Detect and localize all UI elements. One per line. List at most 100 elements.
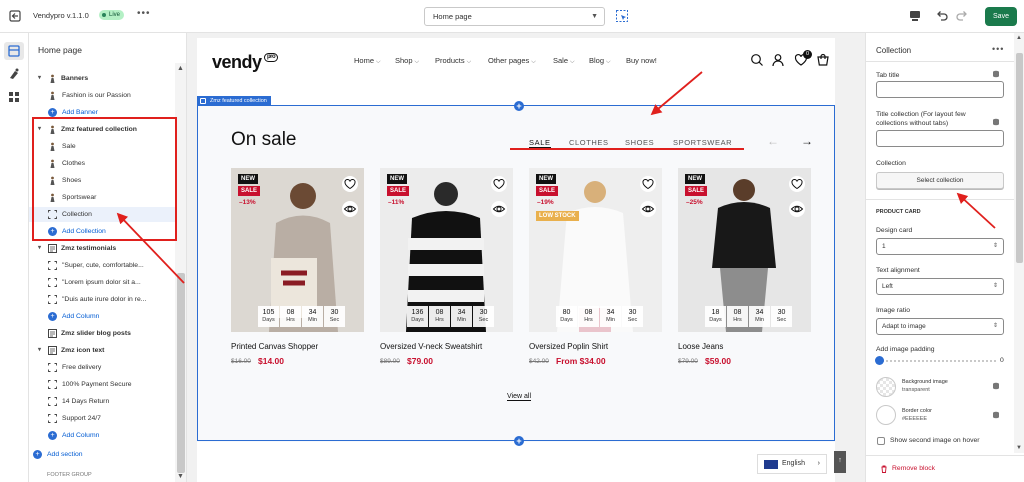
account-icon[interactable] [771, 53, 785, 67]
chevron-down-icon[interactable]: ▾ [38, 71, 41, 86]
nav-item[interactable]: Other pages ⌵ [488, 56, 536, 66]
product-name[interactable]: Oversized Poplin Shirt [529, 342, 608, 351]
sections-icon[interactable] [4, 42, 24, 60]
app-version: Vendypro v.1.1.0 [33, 11, 89, 20]
undo-icon[interactable] [935, 9, 949, 23]
scroll-down-icon[interactable]: ▼ [177, 473, 184, 480]
save-button[interactable]: Save [985, 7, 1017, 26]
title-collection-input[interactable] [876, 130, 1004, 147]
product-name[interactable]: Oversized V-neck Sweatshirt [380, 342, 482, 351]
collection-tab[interactable]: SHOES [625, 138, 654, 147]
wishlist-icon[interactable] [491, 176, 507, 192]
tree-section[interactable]: Zmz slider blog posts [29, 326, 175, 341]
tree-block[interactable]: "Duis aute irure dolor in re... [29, 292, 175, 307]
image-padding-slider[interactable] [875, 356, 996, 365]
scroll-down-icon[interactable]: ▼ [1016, 445, 1022, 451]
wishlist-icon[interactable] [789, 176, 805, 192]
tree-block[interactable]: 100% Payment Secure [29, 377, 175, 392]
more-actions-icon[interactable]: ••• [137, 8, 151, 19]
search-icon[interactable] [750, 53, 764, 67]
tree-block[interactable]: "Lorem ipsum dolor sit a... [29, 275, 175, 290]
scrollbar-thumb[interactable] [1016, 53, 1023, 263]
tree-block[interactable]: Free delivery [29, 360, 175, 375]
theme-settings-icon[interactable] [7, 67, 21, 81]
trash-icon[interactable] [880, 465, 888, 473]
quick-view-icon[interactable] [789, 201, 805, 217]
apps-icon[interactable] [7, 90, 21, 104]
annotation-box [32, 117, 177, 241]
collection-tab[interactable]: SPORTSWEAR [673, 138, 732, 147]
cart-icon[interactable] [816, 53, 830, 67]
tree-section[interactable]: ▾ Banners [29, 71, 175, 86]
add-circle-icon: + [48, 431, 57, 440]
device-preview-icon[interactable] [908, 9, 922, 23]
inspector-icon[interactable] [615, 9, 629, 23]
design-card-select[interactable]: 1 ⇕ [876, 238, 1004, 255]
nav-item[interactable]: Buy now! [626, 56, 657, 65]
quick-view-icon[interactable] [640, 201, 656, 217]
exit-icon[interactable] [8, 9, 22, 23]
dynamic-source-icon[interactable] [992, 382, 1000, 390]
dynamic-source-icon[interactable] [992, 411, 1000, 419]
scrollbar-thumb[interactable] [177, 273, 185, 473]
nav-item-label: Home [354, 56, 375, 65]
second-image-checkbox[interactable] [877, 437, 885, 445]
nav-item[interactable]: Sale ⌵ [553, 56, 575, 66]
product-name[interactable]: Printed Canvas Shopper [231, 342, 318, 351]
image-ratio-select[interactable]: Adapt to image ⇕ [876, 318, 1004, 335]
nav-item[interactable]: Home ⌵ [354, 56, 381, 66]
dynamic-source-icon[interactable] [992, 118, 1000, 126]
section-tag[interactable]: Zmz featured collection [197, 96, 271, 106]
nav-item[interactable]: Shop ⌵ [395, 56, 419, 66]
tree-section[interactable]: ▾ Zmz icon text [29, 343, 175, 358]
tree-block[interactable]: "Super, cute, comfortable... [29, 258, 175, 273]
scroll-up-icon[interactable]: ▲ [177, 65, 184, 72]
chevron-down-icon[interactable]: ▾ [38, 241, 41, 256]
border-color-swatch[interactable] [876, 405, 896, 425]
product-image[interactable]: NEW SALE –19% LOW STOCK 80 Days 08 Hrs 34 Min 30 Se… [529, 168, 662, 332]
product-image[interactable]: NEW SALE –25% 18 Days 08 Hrs 34 Min 30 Sec [678, 168, 811, 332]
slider-knob[interactable] [875, 356, 884, 365]
select-collection-button[interactable]: Select collection [876, 172, 1004, 189]
redo-icon[interactable] [955, 9, 969, 23]
tree-section[interactable]: ▾ Zmz testimonials [29, 241, 175, 256]
sale-badge: SALE [387, 186, 410, 196]
nav-item[interactable]: Blog ⌵ [589, 56, 611, 66]
tree-block[interactable]: Support 24/7 [29, 411, 175, 426]
add-section-above-button[interactable]: + [514, 101, 524, 111]
collection-tab[interactable]: CLOTHES [569, 138, 609, 147]
back-to-top-button[interactable]: ↑ [834, 451, 846, 473]
quick-view-icon[interactable] [491, 201, 507, 217]
page-selector[interactable]: Home page ▼ [424, 7, 605, 26]
remove-block-button[interactable]: Remove block [892, 465, 935, 472]
product-image[interactable]: NEW SALE –11% 136 Days 08 Hrs 34 Min 30 Sec [380, 168, 513, 332]
prev-arrow-icon[interactable]: ← [767, 134, 779, 148]
wishlist-icon[interactable] [342, 176, 358, 192]
more-actions-icon[interactable]: ••• [992, 44, 1004, 54]
view-all-link[interactable]: View all [507, 393, 531, 401]
product-name[interactable]: Loose Jeans [678, 342, 723, 351]
tree-block[interactable]: 14 Days Return [29, 394, 175, 409]
store-logo[interactable]: vendy pro [212, 52, 279, 73]
settings-scrollbar[interactable]: ▲ ▼ [1014, 33, 1024, 453]
chevron-down-icon[interactable]: ▾ [38, 343, 41, 358]
next-arrow-icon[interactable]: → [801, 134, 813, 148]
language-selector[interactable]: English › [757, 454, 827, 474]
quick-view-icon[interactable] [342, 201, 358, 217]
collection-tab[interactable]: SALE [529, 138, 551, 148]
wishlist-icon[interactable] [640, 176, 656, 192]
add-block-button[interactable]: + Add Column [29, 428, 175, 443]
tree-block[interactable]: Fashion is our Passion [29, 88, 175, 103]
sale-badge: SALE [685, 186, 708, 196]
scroll-up-icon[interactable]: ▲ [1016, 35, 1022, 41]
product-image[interactable]: NEW SALE –13% 105 Days 08 Hrs 34 Min 30 Sec [231, 168, 364, 332]
tab-title-input[interactable] [876, 81, 1004, 98]
countdown-cell: 34 Min [749, 306, 770, 327]
add-block-button[interactable]: + Add Column [29, 309, 175, 324]
text-alignment-select[interactable]: Left ⇕ [876, 278, 1004, 295]
nav-item[interactable]: Products ⌵ [435, 56, 471, 66]
background-image-swatch[interactable] [876, 377, 896, 397]
add-section-button[interactable]: + Add section [29, 447, 175, 462]
dynamic-source-icon[interactable] [992, 70, 1000, 78]
add-section-below-button[interactable]: + [514, 436, 524, 446]
